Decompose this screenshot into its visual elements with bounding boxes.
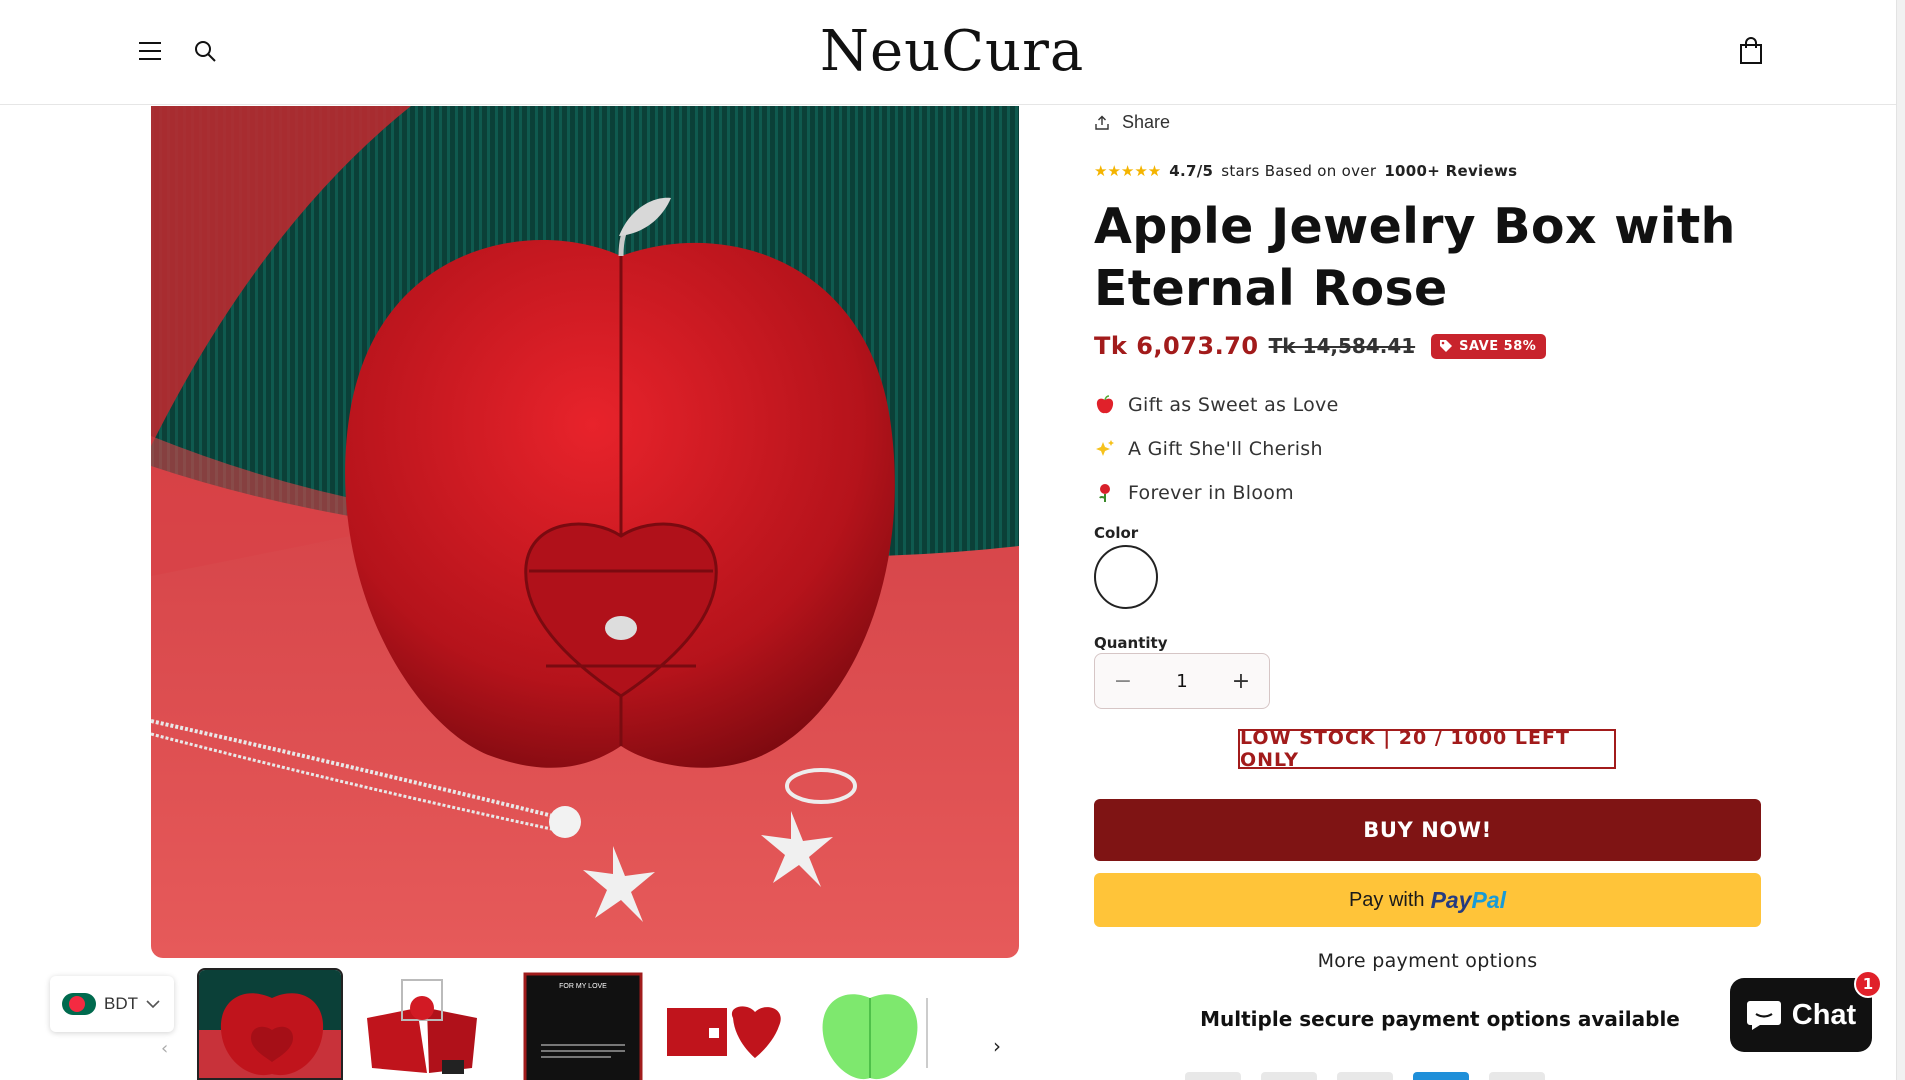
site-header: NeuCura xyxy=(0,0,1905,105)
secure-payment-text: Multiple secure payment options availabl… xyxy=(1200,1007,1680,1031)
color-swatch[interactable] xyxy=(1094,545,1158,609)
share-icon xyxy=(1095,115,1109,130)
quantity-input[interactable]: 1 xyxy=(1151,671,1213,692)
chat-label: Chat xyxy=(1791,998,1857,1031)
rating-text: stars Based on over xyxy=(1221,162,1377,180)
thumbnail-2[interactable] xyxy=(347,968,493,1080)
rating-value: 4.7/5 xyxy=(1169,162,1214,180)
compare-price: Tk 14,584.41 xyxy=(1268,334,1416,358)
product-title: Apple Jewelry Box with Eternal Rose xyxy=(1094,198,1736,317)
payment-card-icon xyxy=(1337,1072,1393,1080)
paypal-prefix: Pay with xyxy=(1348,888,1425,911)
more-payment-options-link[interactable]: More payment options xyxy=(1094,950,1761,972)
rating-stars-icon: ★★★★★ xyxy=(1094,162,1162,180)
thumbnail-3[interactable]: FOR MY LOVE xyxy=(497,968,643,1080)
save-badge: SAVE 58% xyxy=(1431,333,1547,359)
quantity-decrease-button[interactable]: − xyxy=(1095,653,1151,709)
chat-bubble-icon xyxy=(1746,1001,1781,1030)
paypal-logo: PayPal xyxy=(1431,887,1506,914)
search-icon[interactable] xyxy=(192,38,218,64)
shopping-bag-icon[interactable] xyxy=(1738,37,1764,64)
chevron-down-icon xyxy=(146,999,160,1008)
amex-card-icon xyxy=(1413,1072,1469,1080)
paypal-logo-pal: Pal xyxy=(1471,886,1507,913)
quantity-stepper: − 1 + xyxy=(1094,653,1270,709)
thumbnail-5[interactable] xyxy=(797,968,943,1080)
color-label: Color xyxy=(1094,524,1139,542)
chat-button[interactable]: Chat xyxy=(1730,978,1872,1052)
site-logo[interactable]: NeuCura xyxy=(820,20,1083,84)
feature-text: A Gift She'll Cherish xyxy=(1128,438,1323,460)
rose-emoji-icon xyxy=(1094,482,1116,504)
feature-item: Gift as Sweet as Love xyxy=(1094,394,1339,416)
main-product-image[interactable] xyxy=(151,106,1019,958)
hamburger-menu-icon[interactable] xyxy=(137,38,163,64)
chat-unread-badge: 1 xyxy=(1854,970,1882,998)
bangladesh-flag-icon xyxy=(62,993,96,1015)
price-tag-icon xyxy=(1440,340,1453,352)
thumbnail-next-icon[interactable]: › xyxy=(993,1034,1001,1058)
rating-count: 1000+ Reviews xyxy=(1384,162,1518,180)
share-label: Share xyxy=(1122,112,1171,132)
feature-item: A Gift She'll Cherish xyxy=(1094,438,1323,460)
quantity-label: Quantity xyxy=(1094,634,1168,652)
feature-text: Forever in Bloom xyxy=(1128,482,1294,504)
paypal-button[interactable]: Pay with PayPal xyxy=(1094,873,1761,927)
sparkles-emoji-icon xyxy=(1094,438,1116,460)
sale-price: Tk 6,073.70 xyxy=(1094,332,1259,360)
feature-text: Gift as Sweet as Love xyxy=(1128,394,1339,416)
payment-icons-row xyxy=(1185,1072,1545,1080)
rating-summary: ★★★★★ 4.7/5 stars Based on over 1000+ Re… xyxy=(1094,162,1517,180)
thumbnail-note-text: FOR MY LOVE xyxy=(559,983,607,990)
save-badge-text: SAVE 58% xyxy=(1459,338,1537,354)
thumbnail-1[interactable] xyxy=(197,968,343,1080)
buy-now-button[interactable]: BUY NOW! xyxy=(1094,799,1761,861)
currency-code: BDT xyxy=(104,994,138,1013)
payment-card-icon xyxy=(1185,1072,1241,1080)
feature-item: Forever in Bloom xyxy=(1094,482,1294,504)
thumbnail-4[interactable] xyxy=(647,968,793,1080)
share-button[interactable]: Share xyxy=(1094,112,1170,133)
price-row: Tk 6,073.70 Tk 14,584.41 SAVE 58% xyxy=(1094,332,1547,360)
thumbnail-strip: ‹ FOR MY LOVE › xyxy=(151,966,1019,1080)
currency-selector[interactable]: BDT xyxy=(50,976,174,1032)
paypal-logo-pay: Pay xyxy=(1430,886,1472,913)
low-stock-notice: LOW STOCK | 20 / 1000 LEFT ONLY xyxy=(1238,727,1616,771)
page-scrollbar[interactable] xyxy=(1896,0,1905,1080)
thumbnail-prev-icon[interactable]: ‹ xyxy=(161,1038,168,1059)
payment-card-icon xyxy=(1489,1072,1545,1080)
payment-card-icon xyxy=(1261,1072,1317,1080)
apple-emoji-icon xyxy=(1094,394,1116,416)
quantity-increase-button[interactable]: + xyxy=(1213,653,1269,709)
